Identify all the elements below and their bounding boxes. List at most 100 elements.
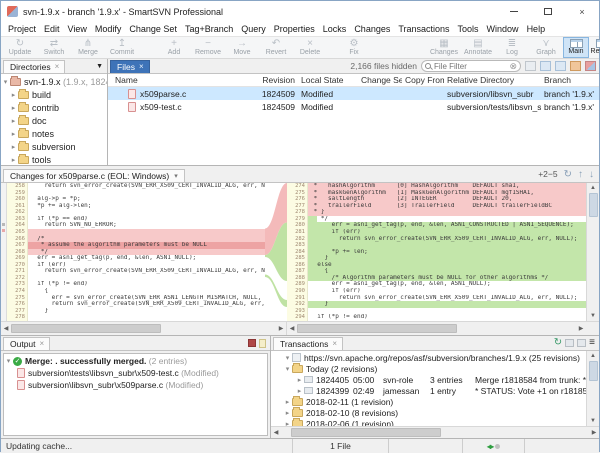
tree-folder[interactable]: ▸ notes xyxy=(1,127,107,140)
scroll-down-icon[interactable]: ▼ xyxy=(590,416,596,426)
toolbar-button[interactable]: ↻ Update xyxy=(3,37,37,58)
output-entry[interactable]: subversion\tests\libsvn_subr\x509-test.c… xyxy=(4,367,267,379)
menu-item[interactable]: Query xyxy=(237,24,270,34)
menu-item[interactable]: Change Set xyxy=(125,24,181,34)
chevron-right-icon[interactable]: ▸ xyxy=(9,104,18,112)
diff-left-pane[interactable]: 258 return svn_error_create(SVN_ERR_X509… xyxy=(7,183,265,321)
repository-row[interactable]: ▾ https://svn.apache.org/repos/asf/subve… xyxy=(271,352,586,363)
chevron-down-icon[interactable]: ▾ xyxy=(174,172,178,180)
scroll-left-icon[interactable]: ◀ xyxy=(287,325,297,332)
close-icon[interactable]: × xyxy=(139,63,144,71)
refresh-transactions-icon[interactable]: ↻ xyxy=(554,338,562,348)
tree-folder[interactable]: ▸ subversion xyxy=(1,140,107,153)
scroll-right-icon[interactable]: ▶ xyxy=(576,325,586,332)
diff-right-pane[interactable]: 274 * hashAlgorithm [0] HashAlgorithm DE… xyxy=(287,183,586,321)
toolbar-button[interactable]: × Delete xyxy=(293,37,327,58)
toolbar-button[interactable]: ▦ Changes xyxy=(427,37,461,58)
tab-output[interactable]: Output × xyxy=(3,337,50,350)
transaction-group[interactable]: ▾ Today (2 revisions) xyxy=(271,363,586,374)
toolbar-button[interactable]: ↶ Revert xyxy=(259,37,293,58)
menu-item[interactable]: Changes xyxy=(350,24,394,34)
files-table-header[interactable]: Name Revision Local State Change Set Cop… xyxy=(108,74,599,87)
transaction-group[interactable]: ▸ 2018-02-06 (1 revision) xyxy=(271,418,586,426)
flat-view-icon[interactable] xyxy=(570,61,581,71)
scroll-right-icon[interactable]: ▶ xyxy=(589,429,599,436)
maximize-button[interactable] xyxy=(531,1,565,22)
menu-item[interactable]: Edit xyxy=(40,24,64,34)
menu-item[interactable]: Help xyxy=(523,24,550,34)
transaction-group[interactable]: ▸ 2018-02-11 (1 revision) xyxy=(271,396,586,407)
close-icon[interactable]: × xyxy=(40,340,45,348)
scroll-up-icon[interactable]: ▲ xyxy=(590,183,596,193)
chevron-down-icon[interactable]: ▾ xyxy=(4,357,13,365)
open-folder-icon[interactable] xyxy=(525,61,536,71)
tab-changes[interactable]: Changes for x509parse.c (EOL: Windows) ▾ xyxy=(3,169,185,182)
output-header-row[interactable]: ▾ ✓ Merge: . successfully merged. (2 ent… xyxy=(4,355,267,367)
tree-folder[interactable]: ▸ doc xyxy=(1,114,107,127)
chevron-down-icon[interactable]: ▾ xyxy=(1,78,10,86)
panel-menu-icon[interactable]: ▼ xyxy=(96,63,103,70)
show-file-icon[interactable] xyxy=(555,61,566,71)
diff-left-hscrollbar[interactable]: ◀ ▶ xyxy=(1,322,287,335)
menu-item[interactable]: Properties xyxy=(270,24,319,34)
stop-icon[interactable] xyxy=(248,339,256,347)
diff-overview-ruler[interactable] xyxy=(1,183,7,321)
chevron-right-icon[interactable]: ▸ xyxy=(9,91,18,99)
toolbar-button[interactable]: ⇄ Switch xyxy=(37,37,71,58)
scroll-up-icon[interactable]: ▲ xyxy=(590,351,596,361)
load-revisions-icon[interactable] xyxy=(565,339,574,347)
transaction-revision[interactable]: ▸ 1824399 02:49 jamessan 1 entry * STATU… xyxy=(271,385,586,396)
menu-item[interactable]: Locks xyxy=(319,24,351,34)
scroll-down-icon[interactable]: ▼ xyxy=(590,311,596,321)
chevron-right-icon[interactable]: ▸ xyxy=(295,376,304,384)
clear-output-icon[interactable] xyxy=(259,339,266,348)
open-file-icon[interactable] xyxy=(540,61,551,71)
toolbar-button[interactable]: ≣ Log xyxy=(495,37,529,58)
chevron-right-icon[interactable]: ▸ xyxy=(283,398,292,406)
menu-item[interactable]: Window xyxy=(483,24,523,34)
toolbar-button[interactable]: − Remove xyxy=(191,37,225,58)
tab-transactions[interactable]: Transactions × xyxy=(273,337,343,350)
scrollbar-thumb[interactable] xyxy=(297,324,457,333)
refresh-diff-icon[interactable]: ↻ xyxy=(564,169,572,180)
output-entry[interactable]: subversion\libsvn_subr\x509parse.c (Modi… xyxy=(4,379,267,391)
toolbar-button[interactable]: ⋔ Merge xyxy=(71,37,105,58)
chevron-down-icon[interactable]: ▾ xyxy=(283,365,292,373)
review-perspective-button[interactable]: Review xyxy=(589,37,600,58)
toolbar-button[interactable]: + Add xyxy=(157,37,191,58)
close-button[interactable]: × xyxy=(565,1,599,22)
toolbar-button[interactable]: ▤ Annotate xyxy=(461,37,495,58)
scrollbar-thumb[interactable] xyxy=(589,361,598,381)
chevron-down-icon[interactable]: ▾ xyxy=(283,354,292,362)
menu-item[interactable]: Modify xyxy=(91,24,126,34)
menu-list-icon[interactable]: ≡ xyxy=(589,338,595,348)
transactions-vertical-scrollbar[interactable]: ▲ ▼ xyxy=(586,351,599,426)
tree-folder[interactable]: ▸ contrib xyxy=(1,101,107,114)
minimize-button[interactable] xyxy=(497,1,531,22)
toolbar-button[interactable]: ↥ Commit xyxy=(105,37,139,58)
chevron-right-icon[interactable]: ▸ xyxy=(283,409,292,417)
tree-folder[interactable]: ▸ tools xyxy=(1,153,107,165)
file-filter-input[interactable] xyxy=(434,62,506,71)
chevron-right-icon[interactable]: ▸ xyxy=(9,130,18,138)
scroll-left-icon[interactable]: ◀ xyxy=(271,429,281,436)
scroll-left-icon[interactable]: ◀ xyxy=(1,325,11,332)
close-icon[interactable]: × xyxy=(55,63,60,71)
toolbar-button[interactable]: → Move xyxy=(225,37,259,58)
file-row[interactable]: x509parse.c 1824509 Modified subversion/… xyxy=(108,87,599,100)
chevron-right-icon[interactable]: ▸ xyxy=(295,387,304,395)
toolbar-button[interactable]: ⚙ Fix xyxy=(337,37,371,58)
clear-filter-icon[interactable]: ⊗ xyxy=(509,61,517,72)
previous-change-icon[interactable]: ↑ xyxy=(578,169,583,180)
next-change-icon[interactable]: ↓ xyxy=(589,169,594,180)
chevron-right-icon[interactable]: ▸ xyxy=(9,156,18,164)
diff-right-hscrollbar[interactable]: ◀ ▶ xyxy=(287,322,586,335)
menu-item[interactable]: View xyxy=(64,24,91,34)
transaction-group[interactable]: ▸ 2018-02-10 (8 revisions) xyxy=(271,407,586,418)
transaction-revision[interactable]: ▸ 1824405 05:00 svn-role 3 entries Merge… xyxy=(271,374,586,385)
close-icon[interactable]: × xyxy=(332,340,337,348)
tree-root[interactable]: ▾ svn-1.9.x (1.9.x, 1824509) xyxy=(1,75,107,88)
menu-item[interactable]: Tools xyxy=(454,24,483,34)
refresh-files-icon[interactable] xyxy=(585,61,596,71)
toolbar-button[interactable]: ⋎ Graph xyxy=(529,37,563,58)
